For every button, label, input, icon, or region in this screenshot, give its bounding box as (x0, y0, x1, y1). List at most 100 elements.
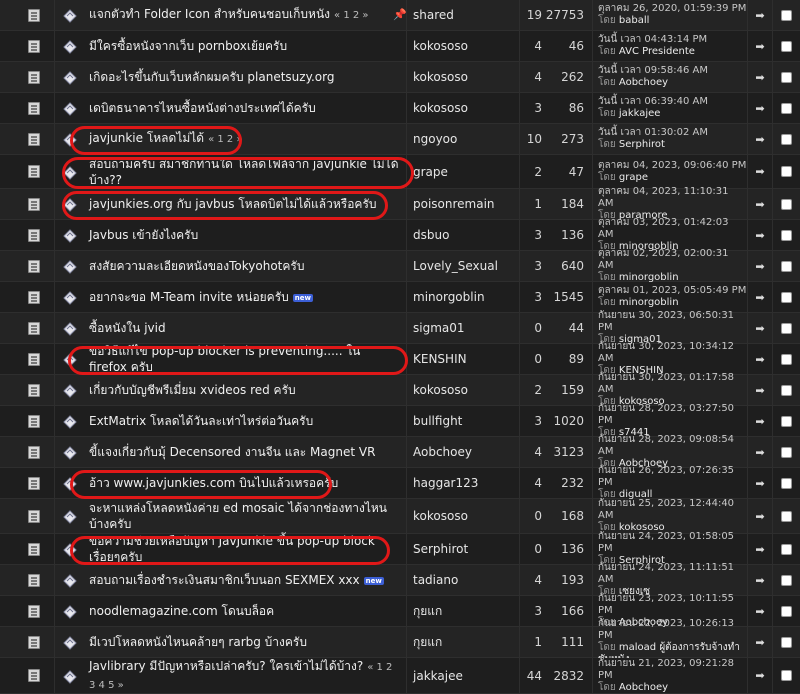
select-topic-checkbox[interactable] (781, 543, 792, 555)
topic-author[interactable]: poisonremain (407, 189, 520, 219)
select-topic-checkbox[interactable] (781, 322, 792, 334)
topic-title-link[interactable]: ขอวิธีแก้ไข pop-up blocker is preventing… (89, 344, 360, 374)
select-topic-checkbox[interactable] (781, 384, 792, 396)
topic-author[interactable]: กุยแก (407, 596, 520, 626)
select-topic-checkbox[interactable] (781, 133, 792, 145)
topic-author[interactable]: sigma01 (407, 313, 520, 343)
select-topic-checkbox[interactable] (781, 605, 792, 617)
topic-author[interactable]: kokososo (407, 375, 520, 405)
last-post-user[interactable]: grape (619, 172, 648, 183)
arrow-to-last-post-icon[interactable]: ➡ (748, 375, 773, 405)
select-topic-checkbox[interactable] (781, 574, 792, 586)
topic-title-link[interactable]: ExtMatrix โหลดได้วันละเท่าไหร่ต่อวันครับ (89, 414, 313, 428)
topic-author[interactable]: minorgoblin (407, 282, 520, 312)
topic-title-link[interactable]: javjunkies.org กับ javbus โหลดบิตไม่ได้แ… (89, 197, 377, 211)
topic-author[interactable]: Serphirot (407, 534, 520, 564)
arrow-to-last-post-icon[interactable]: ➡ (748, 62, 773, 92)
topic-author[interactable]: Aobchoey (407, 437, 520, 467)
select-topic-checkbox[interactable] (781, 670, 792, 681)
last-post-user[interactable]: jakkajee (619, 108, 661, 119)
topic-author[interactable]: kokososo (407, 62, 520, 92)
topic-title-link[interactable]: สอบถามเรื่องชำระเงินสมาชิกเว็บนอก SEXMEX… (89, 573, 360, 587)
topic-author[interactable]: Lovely_Sexual (407, 251, 520, 281)
topic-title-link[interactable]: ซื้อหนังใน jvid (89, 321, 166, 335)
topic-title-link[interactable]: เดบิตธนาคารไหนซื้อหนังต่างประเทศได้ครับ (89, 101, 316, 115)
arrow-to-last-post-icon[interactable]: ➡ (748, 93, 773, 123)
topic-title-link[interactable]: noodlemagazine.com โดนบล็อค (89, 604, 274, 618)
topic-title-link[interactable]: ขอความช่วยเหลือปัญหา JavJunkie ขึ้น pop-… (89, 534, 375, 564)
topic-author[interactable]: shared (407, 0, 520, 30)
topic-author[interactable]: kokososo (407, 499, 520, 533)
select-topic-checkbox[interactable] (781, 40, 792, 52)
arrow-to-last-post-icon[interactable]: ➡ (748, 313, 773, 343)
select-topic-checkbox[interactable] (781, 510, 792, 522)
topic-author[interactable]: bullfight (407, 406, 520, 436)
topic-title-link[interactable]: อยากจะขอ M-Team invite หน่อยครับ (89, 290, 289, 304)
select-topic-checkbox[interactable] (781, 102, 792, 114)
last-post-user[interactable]: Aobchoey (619, 77, 668, 88)
arrow-to-last-post-icon[interactable]: ➡ (748, 189, 773, 219)
topic-title-link[interactable]: Javbus เข้ายังไงครับ (89, 228, 198, 242)
arrow-to-last-post-icon[interactable]: ➡ (748, 406, 773, 436)
arrow-to-last-post-icon[interactable]: ➡ (748, 155, 773, 188)
topic-author[interactable]: kokososo (407, 31, 520, 61)
topic-title-link[interactable]: มีเวปโหลดหนังไหนคล้ายๆ rarbg บ้างครับ (89, 635, 307, 649)
topic-author[interactable]: grape (407, 155, 520, 188)
last-post-user[interactable]: baball (619, 15, 650, 26)
arrow-to-last-post-icon[interactable]: ➡ (748, 499, 773, 533)
topic-title-link[interactable]: สงสัยความละเอียดหนังของTokyohotครับ (89, 259, 304, 273)
arrow-to-last-post-icon[interactable]: ➡ (748, 468, 773, 498)
topic-author[interactable]: haggar123 (407, 468, 520, 498)
select-topic-checkbox[interactable] (781, 9, 792, 21)
last-post-user[interactable]: Aobchoey (619, 682, 668, 693)
topic-title-link[interactable]: อ้าว www.javjunkies.com บินไปแล้วเหรอครั… (89, 476, 338, 490)
arrow-to-last-post-icon[interactable]: ➡ (748, 0, 773, 30)
select-topic-checkbox[interactable] (781, 446, 792, 458)
topic-title-link[interactable]: เกี่ยวกับบัญชีพรีเมี่ยม xvideos red ครับ (89, 383, 296, 397)
select-topic-cell (773, 62, 800, 92)
select-topic-checkbox[interactable] (781, 260, 792, 272)
select-topic-checkbox[interactable] (781, 415, 792, 427)
select-topic-checkbox[interactable] (781, 229, 792, 241)
topic-author[interactable]: dsbuo (407, 220, 520, 250)
arrow-to-last-post-icon[interactable]: ➡ (748, 658, 773, 693)
arrow-to-last-post-icon[interactable]: ➡ (748, 565, 773, 595)
last-post-user[interactable]: minorgoblin (619, 297, 679, 308)
select-topic-checkbox[interactable] (781, 353, 792, 365)
select-topic-checkbox[interactable] (781, 71, 792, 83)
arrow-to-last-post-icon[interactable]: ➡ (748, 437, 773, 467)
arrow-to-last-post-icon[interactable]: ➡ (748, 220, 773, 250)
select-topic-checkbox[interactable] (781, 198, 792, 210)
topic-author[interactable]: กุยแก (407, 627, 520, 657)
arrow-to-last-post-icon[interactable]: ➡ (748, 31, 773, 61)
arrow-to-last-post-icon[interactable]: ➡ (748, 534, 773, 564)
topic-title-link[interactable]: ขี้แจงเกี่ยวกับมุ้ Decensored งานจีน และ… (89, 445, 375, 459)
arrow-to-last-post-icon[interactable]: ➡ (748, 627, 773, 657)
select-topic-checkbox[interactable] (781, 291, 792, 303)
arrow-to-last-post-icon[interactable]: ➡ (748, 344, 773, 374)
last-post-user[interactable]: AVC Presidente (619, 46, 695, 57)
topic-author[interactable]: jakkajee (407, 658, 520, 693)
topic-author[interactable]: ngoyoo (407, 124, 520, 154)
topic-pages[interactable]: « 1 2 » (334, 10, 369, 21)
topic-title-link[interactable]: แจกตัวทำ Folder Icon สำหรับคนชอบเก็บหนัง (89, 7, 330, 21)
topic-title-link[interactable]: Javlibrary มีปัญหาหรือเปล่าครับ? ใครเข้า… (89, 659, 363, 673)
topic-title-link[interactable]: มีใครซื้อหนังจากเว็บ pornboxเย้ยครับ (89, 39, 287, 53)
arrow-to-last-post-icon[interactable]: ➡ (748, 124, 773, 154)
select-topic-checkbox[interactable] (781, 636, 792, 648)
topic-title-link[interactable]: จะหาแหล่งโหลดหนังค่าย ed mosaic ได้จากช่… (89, 501, 387, 531)
topic-author[interactable]: kokososo (407, 93, 520, 123)
topic-author[interactable]: tadiano (407, 565, 520, 595)
select-topic-checkbox[interactable] (781, 477, 792, 489)
arrow-to-last-post-icon[interactable]: ➡ (748, 596, 773, 626)
topic-author[interactable]: KENSHIN (407, 344, 520, 374)
topic-title-cell: javjunkies.org กับ javbus โหลดบิตไม่ได้แ… (55, 189, 407, 219)
topic-title-link[interactable]: เกิดอะไรขึ้นกับเว็บหลักผมครับ planetsuzy… (89, 70, 334, 84)
topic-title-link[interactable]: javjunkie โหลดไม่ได้ (89, 131, 204, 145)
arrow-to-last-post-icon[interactable]: ➡ (748, 251, 773, 281)
topic-pages[interactable]: « 1 2 » (208, 134, 243, 145)
arrow-to-last-post-icon[interactable]: ➡ (748, 282, 773, 312)
select-topic-checkbox[interactable] (781, 166, 792, 177)
last-post-user[interactable]: Serphirot (619, 139, 665, 150)
topic-title-link[interactable]: สอบถามครับ สมาชิกท่านใด โหลดไฟล์จาก javj… (89, 157, 399, 187)
